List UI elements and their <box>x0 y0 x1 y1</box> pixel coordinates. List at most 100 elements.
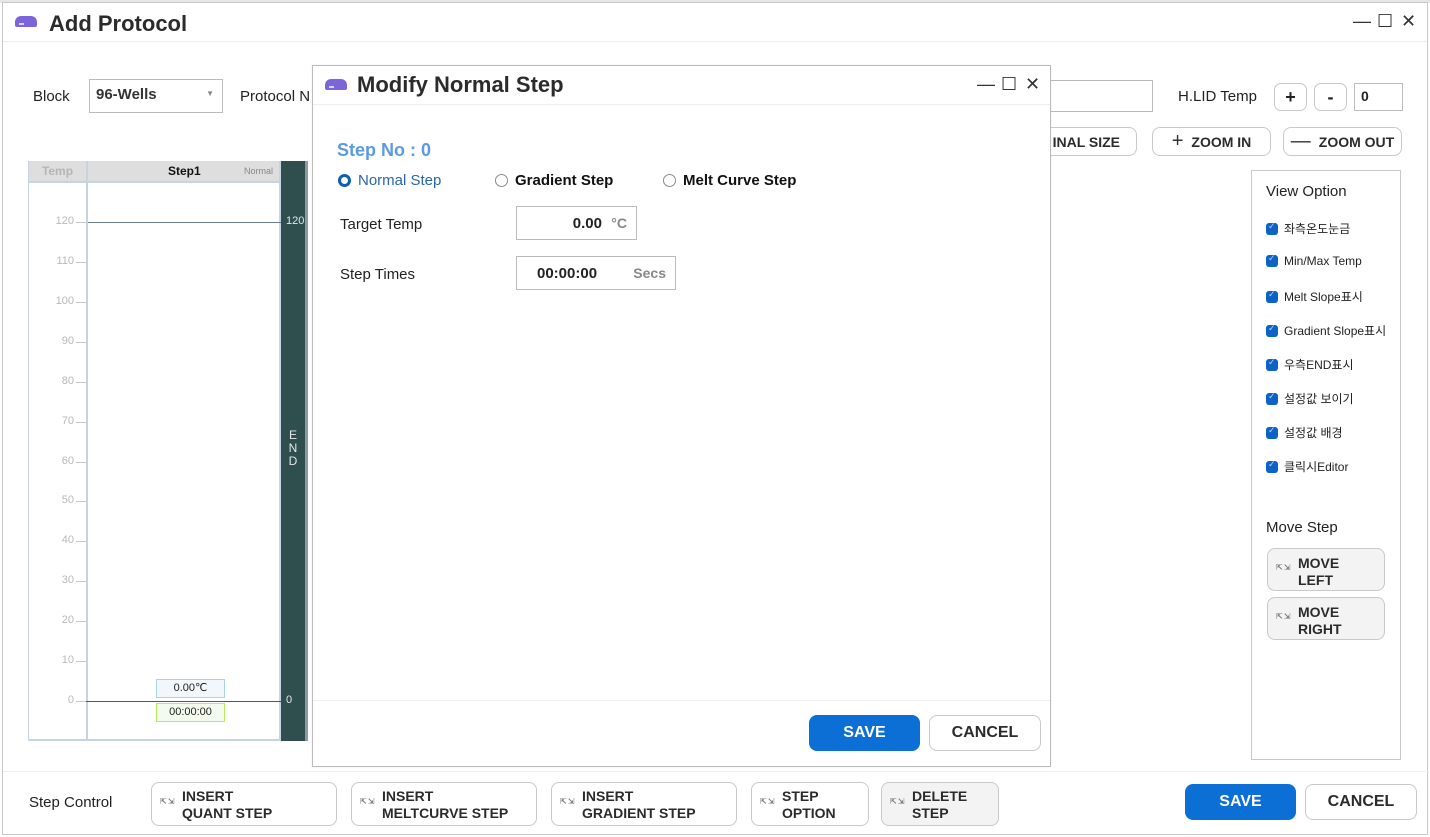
checkbox-checked-icon[interactable] <box>1266 253 1278 267</box>
insert-quant-step-button[interactable]: ⇱⇲ INSERT QUANT STEP <box>151 782 337 826</box>
dialog-minimize-button[interactable]: — <box>977 75 995 93</box>
view-option-3[interactable]: Gradient Slope표시 <box>1266 322 1386 339</box>
y-tick-label: 60 <box>61 454 74 467</box>
modify-step-dialog: Modify Normal Step — ☐ ✕ Step No : 0 Nor… <box>312 65 1051 767</box>
move-left-line1: MOVE <box>1298 555 1340 571</box>
radio-unselected-icon <box>495 174 508 187</box>
step-column[interactable] <box>86 161 281 741</box>
step-option-button[interactable]: ⇱⇲ STEP OPTION <box>751 782 869 826</box>
block-select[interactable]: 96-Wells ▼ <box>89 79 223 113</box>
button-line2: OPTION <box>782 805 836 821</box>
button-line2: MELTCURVE STEP <box>382 805 509 821</box>
move-left-button[interactable]: ⇱⇲ MOVE LEFT <box>1267 548 1385 591</box>
y-tick-mark <box>76 661 86 663</box>
dialog-save-button[interactable]: SAVE <box>809 715 920 751</box>
expand-arrows-icon: ⇱⇲ <box>1276 612 1292 621</box>
y-tick-mark <box>76 461 86 463</box>
hlid-temp-input[interactable]: 0 <box>1354 83 1403 111</box>
button-line2: STEP <box>912 805 949 821</box>
target-temp-input[interactable]: 0.00 °C <box>516 206 637 240</box>
checkbox-checked-icon[interactable] <box>1266 323 1278 337</box>
zoom-in-button[interactable]: + ZOOM IN <box>1152 127 1271 156</box>
checkbox-checked-icon[interactable] <box>1266 221 1278 235</box>
button-line1: INSERT <box>382 788 434 804</box>
app-icon <box>15 16 37 27</box>
end-label: E N D <box>288 428 298 468</box>
view-option-4[interactable]: 우측END표시 <box>1266 356 1354 373</box>
dialog-maximize-button[interactable]: ☐ <box>1001 75 1017 93</box>
delete-step-button[interactable]: ⇱⇲ DELETE STEP <box>881 782 999 826</box>
checkbox-checked-icon[interactable] <box>1266 357 1278 371</box>
checkbox-checked-icon[interactable] <box>1266 459 1278 473</box>
button-line2: GRADIENT STEP <box>582 805 696 821</box>
button-line2: QUANT STEP <box>182 805 273 821</box>
dialog-close-button[interactable]: ✕ <box>1025 75 1040 93</box>
step-type: Normal <box>243 166 273 176</box>
setpoint-time-label[interactable]: 00:00:00 <box>156 703 225 722</box>
radio-normal-step[interactable]: Normal Step <box>338 172 441 189</box>
step-control-label: Step Control <box>29 794 113 811</box>
minimize-button[interactable]: — <box>1353 12 1371 30</box>
move-step-title: Move Step <box>1266 519 1338 536</box>
dialog-footer-divider <box>313 700 1050 701</box>
hlid-minus-button[interactable]: - <box>1314 83 1347 111</box>
step-header[interactable]: Step1 Normal <box>88 161 279 183</box>
y-tick-mark <box>76 222 86 223</box>
insert-meltcurve-step-button[interactable]: ⇱⇲ INSERT MELTCURVE STEP <box>351 782 537 826</box>
button-line1: INSERT <box>182 788 234 804</box>
y-tick-label: 30 <box>61 574 74 587</box>
view-option-6[interactable]: 설정값 배경 <box>1266 424 1343 441</box>
radio-gradient-step[interactable]: Gradient Step <box>495 172 613 189</box>
insert-gradient-step-button[interactable]: ⇱⇲ INSERT GRADIENT STEP <box>551 782 737 826</box>
checkbox-checked-icon[interactable] <box>1266 289 1278 303</box>
y-tick-mark <box>76 381 86 383</box>
view-option-7[interactable]: 클릭시Editor <box>1266 458 1348 475</box>
hlid-plus-button[interactable]: + <box>1274 83 1307 111</box>
step-times-unit: Secs <box>633 265 666 281</box>
cancel-button[interactable]: CANCEL <box>1305 784 1417 820</box>
y-tick-mark <box>76 301 86 303</box>
maximize-button[interactable]: ☐ <box>1377 12 1393 30</box>
plus-icon: + <box>1171 130 1184 152</box>
radio-melt-curve-step[interactable]: Melt Curve Step <box>663 172 796 189</box>
view-option-0[interactable]: 좌측온도눈금 <box>1266 220 1350 237</box>
checkbox-checked-icon[interactable] <box>1266 425 1278 439</box>
end-max-label: 120 <box>286 215 305 227</box>
view-option-1[interactable]: Min/Max Temp <box>1266 253 1362 268</box>
block-select-value: 96-Wells <box>96 86 157 103</box>
move-right-button[interactable]: ⇱⇲ MOVE RIGHT <box>1267 597 1385 640</box>
step-times-input[interactable]: 00:00:00 Secs <box>516 256 676 290</box>
window-title: Add Protocol <box>49 11 188 36</box>
block-label: Block <box>33 88 70 105</box>
checkbox-checked-icon[interactable] <box>1266 391 1278 405</box>
dialog-cancel-button[interactable]: CANCEL <box>929 715 1041 751</box>
bottom-divider <box>3 771 1429 772</box>
expand-arrows-icon: ⇱⇲ <box>360 797 376 806</box>
y-tick-mark <box>76 421 86 423</box>
close-button[interactable]: ✕ <box>1401 12 1416 30</box>
y-tick-mark <box>76 501 86 503</box>
setpoint-line[interactable] <box>86 701 281 702</box>
zoom-out-button[interactable]: — ZOOM OUT <box>1283 127 1402 156</box>
dialog-title-divider <box>313 104 1050 105</box>
save-button[interactable]: SAVE <box>1185 784 1296 820</box>
view-option-label: 설정값 배경 <box>1284 426 1343 440</box>
move-left-line2: LEFT <box>1298 572 1333 588</box>
view-option-2[interactable]: Melt Slope표시 <box>1266 288 1363 305</box>
view-option-panel: View Option 좌측온도눈금 Min/Max Temp Melt Slope… <box>1251 170 1401 760</box>
step-times-value: 00:00:00 <box>537 265 598 282</box>
end-min-label: 0 <box>286 694 293 706</box>
y-tick-label: 110 <box>56 254 74 267</box>
button-line1: INSERT <box>582 788 634 804</box>
y-tick-label: 90 <box>61 334 74 347</box>
y-tick-mark <box>76 541 86 543</box>
y-tick-mark <box>76 581 86 583</box>
button-line1: STEP <box>782 788 819 804</box>
step-title: Step1 <box>168 164 201 178</box>
view-option-label: Min/Max Temp <box>1284 254 1362 268</box>
setpoint-temp-label[interactable]: 0.00℃ <box>156 679 225 698</box>
y-tick-label: 100 <box>55 294 74 307</box>
expand-arrows-icon: ⇱⇲ <box>160 797 176 806</box>
view-option-5[interactable]: 설정값 보이기 <box>1266 390 1354 407</box>
y-tick-label: 80 <box>61 374 74 387</box>
